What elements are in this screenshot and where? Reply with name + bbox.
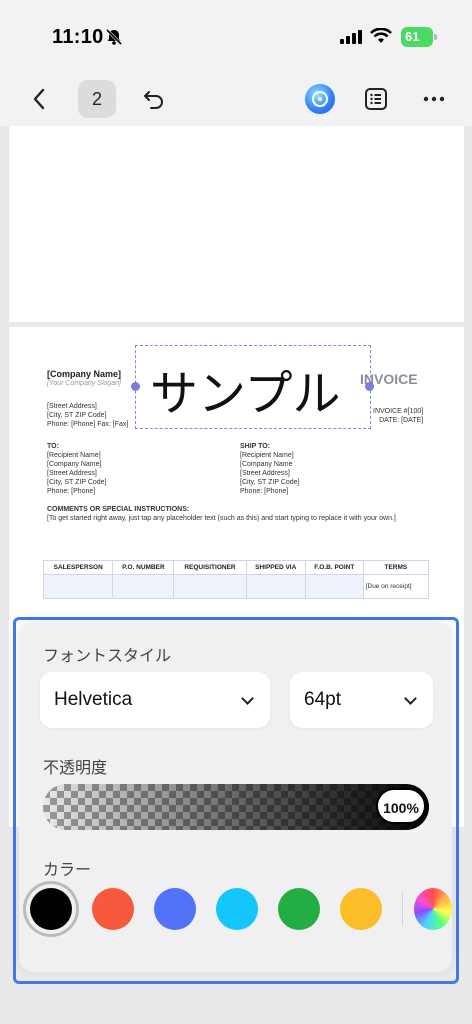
- invoice-table: SALESPERSON P.O. NUMBER REQUISITIONER SH…: [42, 560, 430, 599]
- company-phone-fax: Phone: [Phone] Fax: [Fax]: [47, 421, 129, 428]
- table-header: P.O. NUMBER: [112, 560, 175, 575]
- company-city: [City, ST ZIP Code]: [47, 412, 107, 419]
- color-swatch-black[interactable]: [30, 888, 72, 930]
- status-bar: 11:10 61: [0, 0, 472, 70]
- company-slogan: [Your Company Slogan]: [47, 380, 121, 387]
- color-swatch-blue[interactable]: [154, 888, 196, 930]
- ship-to-label: SHIP TO:: [240, 443, 271, 450]
- ship-line: Phone: [Phone]: [240, 488, 289, 495]
- color-swatch-green[interactable]: [278, 888, 320, 930]
- undo-icon: [144, 91, 163, 109]
- chevron-down-icon: [241, 692, 254, 705]
- ship-line: [Street Address]: [240, 470, 290, 477]
- terms-cell: [Due on receipt]: [362, 574, 430, 599]
- divider: [402, 892, 403, 926]
- more-button[interactable]: [415, 80, 453, 118]
- color-label: カラー: [43, 862, 92, 879]
- table-header: SALESPERSON: [42, 560, 114, 575]
- opacity-slider[interactable]: [43, 784, 429, 830]
- to-line: [City, ST ZIP Code]: [47, 479, 107, 486]
- to-label: TO:: [47, 443, 59, 450]
- table-cell: [42, 574, 114, 599]
- page-count-button[interactable]: 2: [78, 80, 116, 118]
- comments-text: [To get started right away, just tap any…: [47, 515, 396, 522]
- battery-indicator: 61: [401, 27, 437, 47]
- font-size-select[interactable]: 64pt: [290, 672, 433, 728]
- font-size-value: 64pt: [304, 689, 341, 710]
- color-swatch-red[interactable]: [92, 888, 134, 930]
- custom-color-picker[interactable]: [414, 888, 452, 930]
- to-line: [Company Name]: [47, 461, 102, 468]
- ai-assistant-icon: [312, 91, 328, 107]
- table-row: [Due on receipt]: [42, 574, 430, 599]
- resize-handle-left[interactable]: [131, 382, 140, 391]
- outline-button[interactable]: [357, 80, 395, 118]
- table-header: REQUISITIONER: [173, 560, 247, 575]
- invoice-date: DATE: [DATE]: [379, 417, 424, 424]
- table-header: TERMS: [362, 560, 430, 575]
- list-icon: [365, 88, 387, 110]
- table-cell: [112, 574, 175, 599]
- color-swatch-yellow[interactable]: [340, 888, 382, 930]
- ship-line: [Company Name: [240, 461, 293, 468]
- company-name: [Company Name]: [47, 369, 122, 379]
- ship-line: [City, ST ZIP Code]: [240, 479, 300, 486]
- table-header: SHIPPED VIA: [245, 560, 306, 575]
- resize-handle-right[interactable]: [365, 382, 374, 391]
- top-toolbar: [0, 70, 472, 126]
- watermark-text-box[interactable]: サンプル: [135, 345, 371, 429]
- comments-label: COMMENTS OR SPECIAL INSTRUCTIONS:: [47, 506, 190, 513]
- opacity-value[interactable]: 100%: [376, 788, 426, 824]
- to-line: [Recipient Name]: [47, 452, 101, 459]
- watermark-text: サンプル: [150, 366, 341, 422]
- chevron-left-icon: [33, 88, 45, 110]
- signal-icon: [340, 30, 362, 44]
- ship-line: [Recipient Name]: [240, 452, 294, 459]
- text-style-panel: フォントスタイル Helvetica 64pt 不透明度 100% カラー: [19, 622, 452, 972]
- mute-bell-icon: [105, 28, 123, 46]
- to-line: Phone: [Phone]: [47, 488, 96, 495]
- more-dots-icon: [423, 96, 445, 102]
- color-swatch-cyan[interactable]: [216, 888, 258, 930]
- table-cell: [245, 574, 306, 599]
- font-family-select[interactable]: Helvetica: [40, 672, 270, 728]
- table-cell: [304, 574, 364, 599]
- document-page-1: [9, 126, 464, 322]
- to-line: [Street Address]: [47, 470, 97, 477]
- font-style-label: フォントスタイル: [43, 648, 172, 665]
- back-button[interactable]: [20, 80, 58, 118]
- undo-button[interactable]: [135, 80, 173, 118]
- font-family-value: Helvetica: [54, 689, 133, 710]
- invoice-number: INVOICE #[100]: [373, 408, 424, 415]
- company-street: [Street Address]: [47, 403, 97, 410]
- table-cell: [173, 574, 247, 599]
- status-time: 11:10: [52, 26, 104, 48]
- table-header-row: SALESPERSON P.O. NUMBER REQUISITIONER SH…: [42, 560, 430, 575]
- chevron-down-icon: [404, 692, 417, 705]
- table-header: F.O.B. POINT: [304, 560, 364, 575]
- opacity-label: 不透明度: [43, 760, 108, 777]
- wifi-icon: [370, 28, 392, 43]
- ai-assistant-button[interactable]: [305, 84, 335, 114]
